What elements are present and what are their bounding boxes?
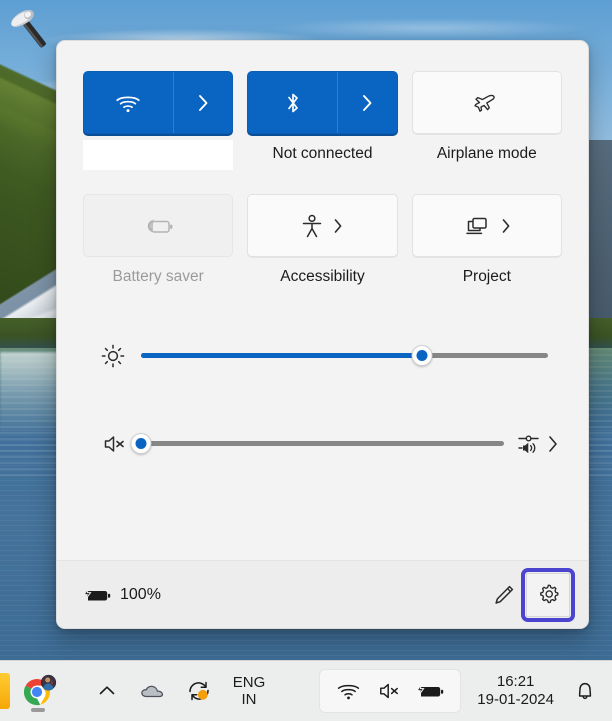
tile-cell-project: Project (411, 194, 562, 287)
airplane-icon (472, 90, 502, 116)
tile-project-content[interactable] (413, 195, 561, 256)
tile-wifi-toggle[interactable] (84, 72, 173, 133)
volume-muted-icon (374, 680, 402, 702)
sync-tray-button[interactable] (176, 668, 222, 714)
taskbar: ENG IN 16:21 19-01-2024 (0, 660, 612, 721)
chevron-right-icon[interactable] (546, 432, 560, 456)
audio-output-selector[interactable] (504, 431, 560, 457)
edit-quick-settings-button[interactable] (482, 573, 526, 617)
volume-slider-row (83, 417, 562, 471)
pencil-edit-icon (491, 582, 517, 608)
chevron-right-icon[interactable] (332, 216, 344, 236)
brightness-icon (85, 343, 141, 369)
volume-slider[interactable] (130, 428, 504, 460)
wifi-icon (114, 92, 142, 114)
open-settings-button[interactable] (521, 567, 575, 622)
accessibility-icon (300, 213, 324, 239)
language-indicator[interactable]: ENG IN (222, 674, 276, 709)
brightness-slider[interactable] (141, 340, 548, 372)
tile-cell-airplane-mode: Airplane mode (411, 71, 562, 170)
battery-saver-icon (141, 215, 175, 237)
taskbar-app-chrome[interactable] (10, 661, 66, 721)
tile-label-wifi (83, 140, 234, 170)
battery-percent-label: 100% (120, 585, 161, 603)
bluetooth-icon (282, 90, 304, 116)
clock-time: 16:21 (496, 673, 535, 690)
taskbar-tray: ENG IN (84, 668, 276, 714)
tile-label-project: Project (462, 268, 511, 285)
quick-settings-tile-grid-row2: Battery saver Accessibility Project (83, 194, 562, 287)
tile-wifi[interactable] (83, 71, 234, 134)
tile-bluetooth-toggle[interactable] (248, 72, 337, 133)
profile-avatar-badge (40, 674, 57, 691)
tile-cell-accessibility: Accessibility (247, 194, 398, 287)
chevron-right-icon (360, 92, 374, 114)
brightness-slider-fill (141, 353, 422, 359)
clock-date: 19-01-2024 (477, 691, 554, 708)
tile-accessibility-content[interactable] (248, 195, 396, 256)
cloud-icon (138, 679, 168, 703)
tools-hammer-icon[interactable] (6, 4, 58, 56)
sync-arrows-icon (185, 678, 213, 704)
tile-cell-battery-saver: Battery saver (83, 194, 234, 287)
chevron-right-icon (196, 92, 210, 114)
battery-charging-icon (81, 584, 111, 606)
tile-label-accessibility: Accessibility (280, 268, 365, 285)
tile-wifi-expand-button[interactable] (172, 72, 232, 133)
language-line1: ENG (232, 673, 266, 691)
quick-settings-tile-grid-row1: Not connected Airplane mode (83, 71, 562, 170)
quick-settings-body: Not connected Airplane mode Battery save… (57, 41, 588, 560)
tile-row-spacer (83, 170, 562, 194)
tile-airplane-mode[interactable] (411, 71, 562, 134)
language-line2: IN (241, 691, 257, 708)
notifications-button[interactable] (566, 669, 604, 713)
battery-charging-icon (414, 680, 444, 702)
tile-cell-bluetooth: Not connected (247, 71, 398, 170)
taskbar-apps (0, 661, 66, 721)
wifi-icon (336, 681, 362, 701)
tile-label-battery-saver: Battery saver (112, 268, 204, 285)
gear-settings-icon (536, 582, 561, 607)
tile-accessibility[interactable] (247, 194, 398, 257)
desktop: Not connected Airplane mode Battery save… (0, 0, 612, 721)
tile-project[interactable] (411, 194, 562, 257)
project-icon (462, 214, 492, 238)
battery-status[interactable]: 100% (81, 584, 161, 606)
quick-settings-panel: Not connected Airplane mode Battery save… (56, 40, 589, 629)
chrome-running-indicator (31, 708, 45, 712)
tile-cell-wifi (83, 71, 234, 170)
bell-icon (573, 679, 597, 703)
onedrive-tray-button[interactable] (130, 668, 176, 714)
clock-and-date-button[interactable]: 16:21 19-01-2024 (461, 673, 566, 709)
brightness-slider-row (83, 329, 562, 383)
show-hidden-icons-button[interactable] (84, 668, 130, 714)
tile-label-airplane-mode: Airplane mode (436, 145, 537, 162)
volume-slider-track[interactable] (141, 441, 504, 447)
tile-label-bluetooth: Not connected (272, 145, 373, 162)
tile-battery-saver-toggle[interactable] (84, 195, 232, 256)
brightness-slider-thumb[interactable] (411, 345, 433, 367)
tile-bluetooth-expand-button[interactable] (337, 72, 396, 133)
taskbar-right-cluster: 16:21 19-01-2024 (319, 661, 612, 721)
tile-airplane-mode-toggle[interactable] (413, 72, 561, 133)
chrome-icon (23, 674, 57, 706)
quick-settings-footer: 100% (57, 560, 588, 628)
tile-bluetooth[interactable] (247, 71, 398, 134)
chevron-right-icon[interactable] (500, 216, 512, 236)
audio-output-selector-icon (516, 431, 544, 457)
chevron-up-icon (95, 679, 119, 703)
system-tray-status-button[interactable] (319, 669, 462, 713)
volume-slider-thumb[interactable] (130, 433, 152, 455)
tile-battery-saver[interactable] (83, 194, 234, 257)
taskbar-app-orange-app-icon[interactable] (0, 673, 10, 709)
